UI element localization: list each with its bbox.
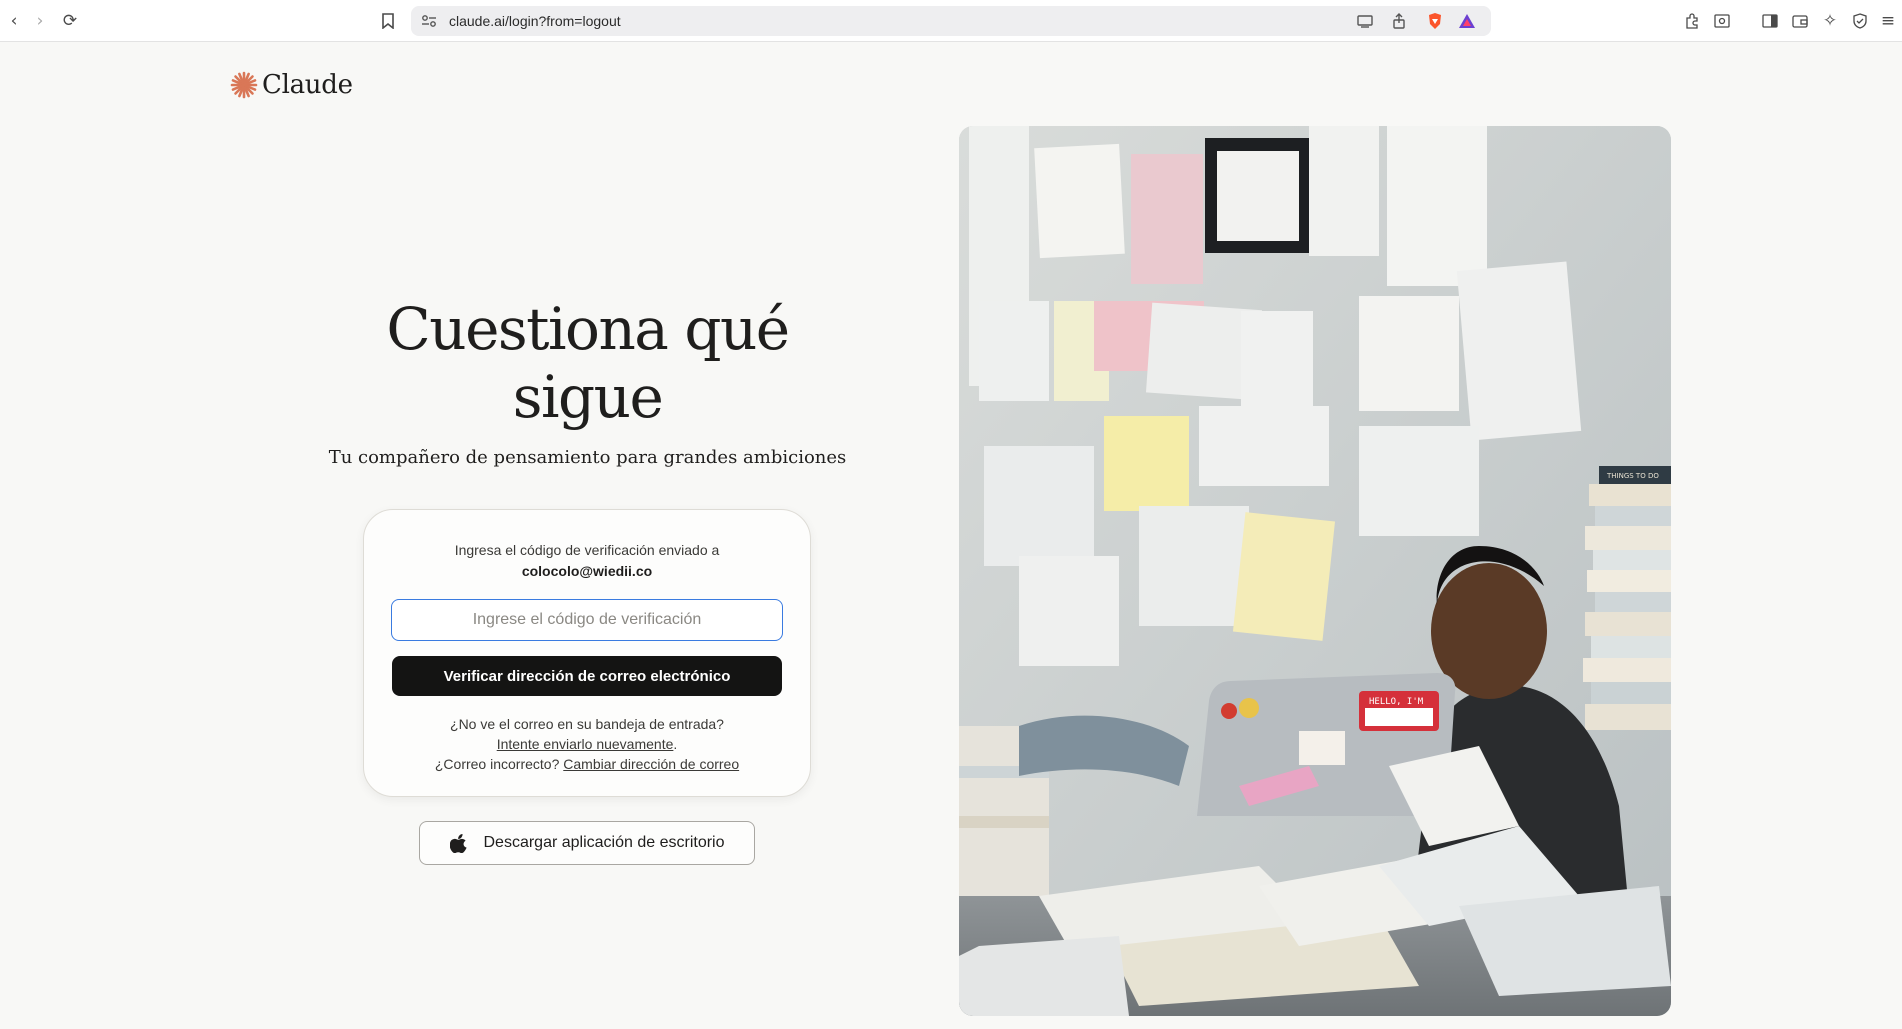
wrong-email-text: ¿Correo incorrecto? xyxy=(434,756,560,772)
verification-message: Ingresa el código de verificación enviad… xyxy=(364,540,810,582)
book-label-text: THINGS TO DO xyxy=(1606,472,1659,480)
help-text: ¿No ve el correo en su bandeja de entrad… xyxy=(364,714,810,774)
address-bar[interactable]: claude.ai/login?from=logout xyxy=(411,6,1491,36)
back-icon[interactable]: ‹ xyxy=(2,9,26,33)
sidebar-icon[interactable] xyxy=(1758,9,1782,33)
no-email-text: ¿No ve el correo en su bandeja de entrad… xyxy=(450,716,724,732)
claude-logo[interactable]: Claude xyxy=(230,70,353,100)
share-icon[interactable] xyxy=(1387,9,1411,33)
claude-spark-icon xyxy=(230,71,258,99)
reader-icon[interactable] xyxy=(1710,9,1734,33)
menu-icon[interactable]: ≡ xyxy=(1876,9,1900,33)
office-illustration: HELLO, I'M THINGS TO DO xyxy=(959,126,1671,1016)
vpn-shield-icon[interactable] xyxy=(1848,9,1872,33)
verification-email: colocolo@wiedii.co xyxy=(521,563,653,579)
forward-icon[interactable]: › xyxy=(28,9,52,33)
download-desktop-app-button[interactable]: Descargar aplicación de escritorio xyxy=(419,821,755,865)
verification-card: Ingresa el código de verificación enviad… xyxy=(363,509,811,797)
cast-icon[interactable] xyxy=(1353,9,1377,33)
verify-email-button[interactable]: Verificar dirección de correo electrónic… xyxy=(392,656,782,696)
brave-shield-icon[interactable] xyxy=(1423,9,1447,33)
download-label: Descargar aplicación de escritorio xyxy=(483,834,725,851)
hero-photo: HELLO, I'M THINGS TO DO xyxy=(959,126,1671,1016)
resend-suffix: . xyxy=(673,736,678,752)
change-email-link[interactable]: Cambiar dirección de correo xyxy=(563,756,739,772)
book-stack xyxy=(1583,466,1671,730)
sticker-hello-text: HELLO, I'M xyxy=(1369,697,1424,707)
verification-message-text: Ingresa el código de verificación enviad… xyxy=(454,542,720,558)
url-text[interactable]: claude.ai/login?from=logout xyxy=(449,13,621,29)
leo-ai-icon[interactable]: ✧ xyxy=(1818,9,1842,33)
extensions-icon[interactable] xyxy=(1680,9,1704,33)
bookmark-icon[interactable] xyxy=(376,9,400,33)
apple-icon xyxy=(449,834,467,853)
resend-link[interactable]: Intente enviarlo nuevamente xyxy=(497,736,674,752)
page-subtitle: Tu compañero de pensamiento para grandes… xyxy=(328,447,847,468)
brave-rewards-icon[interactable] xyxy=(1455,9,1479,33)
browser-toolbar: ‹ › ⟳ claude.ai/login?from=logout ✧ ≡ xyxy=(0,0,1902,42)
site-settings-icon[interactable] xyxy=(417,9,441,33)
wallet-icon[interactable] xyxy=(1788,9,1812,33)
reload-icon[interactable]: ⟳ xyxy=(58,9,82,33)
page-title: Cuestiona qué sigue xyxy=(386,295,790,431)
hero: Cuestiona qué sigue Tu compañero de pens… xyxy=(300,295,875,468)
verification-code-input[interactable] xyxy=(391,599,783,641)
brand-name: Claude xyxy=(262,70,353,100)
